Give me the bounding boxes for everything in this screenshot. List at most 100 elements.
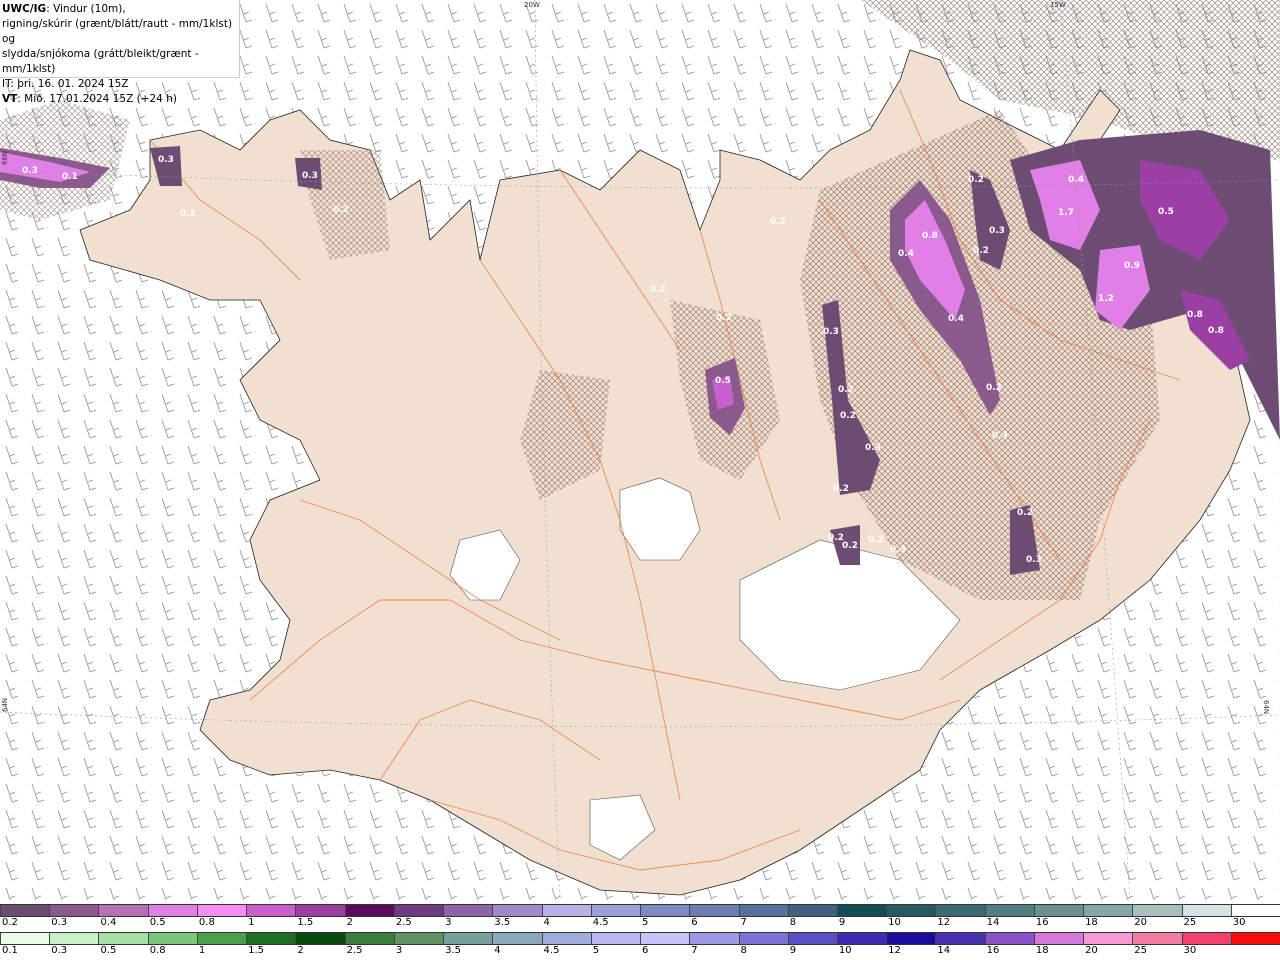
scale-label: 3 <box>395 945 403 956</box>
map-label: 0.1 <box>62 172 78 182</box>
map-label: 0.8 <box>922 231 938 241</box>
scale-swatch <box>689 933 739 944</box>
scale-label: 0.2 <box>2 917 18 928</box>
lon-label-20w: 20W <box>524 1 540 9</box>
scale-swatch <box>196 933 247 944</box>
scale-swatch <box>295 933 345 944</box>
map-label: 0.3 <box>22 166 38 176</box>
scale-swatch <box>787 933 837 944</box>
map-label: 0.3 <box>302 171 318 181</box>
scale-swatch <box>689 905 739 916</box>
scale-label: 3.5 <box>445 945 461 956</box>
map-label: 0.4 <box>1068 175 1084 185</box>
scale-label: 20 <box>1085 945 1098 956</box>
scale-label: 3 <box>445 917 452 928</box>
map-label: 0.2 <box>973 246 989 256</box>
scale-label: 25 <box>1183 917 1197 928</box>
scale-swatch <box>492 905 542 916</box>
scale-swatch <box>0 933 50 944</box>
scale-swatch <box>147 905 197 916</box>
scale-label: 7 <box>740 917 747 928</box>
init-time: IT: þri. 16. 01. 2024 15Z <box>2 78 129 90</box>
map-label: 0.3 <box>890 545 906 555</box>
scale-swatch <box>49 933 99 944</box>
lat-label-64n-right: 64N <box>1262 700 1270 715</box>
map-label: 0.2 <box>840 411 856 421</box>
scale-swatch <box>393 933 444 944</box>
scale-label: 18 <box>1035 945 1049 956</box>
scale-label: 2.5 <box>346 945 363 956</box>
map-label: 0.2 <box>842 541 858 551</box>
scale-label: 30 <box>1232 917 1246 928</box>
scale-label: 5 <box>592 945 600 956</box>
scale-label: 9 <box>838 917 846 928</box>
scale-label: 12 <box>888 945 901 956</box>
scale-swatch <box>295 905 345 916</box>
scale-swatch <box>886 933 936 944</box>
scale-swatch <box>1083 933 1133 944</box>
snow-color-scale: 0.2 0.3 0.4 0.5 0.8 1 1.5 2 2.5 3 3.5 4 4.5 5 6 7 8 9 10 12… <box>0 904 1280 931</box>
map-label: 0.3 <box>823 327 839 337</box>
scale-label: 0.1 <box>2 945 18 956</box>
map-label: 0.3 <box>1026 555 1042 565</box>
map-label: 1.7 <box>1058 208 1074 218</box>
scale-label: 14 <box>986 917 1000 928</box>
scale-swatch <box>492 933 542 944</box>
scale-label: 4 <box>543 917 550 928</box>
scale-label: 1.5 <box>297 917 314 928</box>
scale-label: 8 <box>740 945 747 956</box>
scale-swatch <box>984 905 1034 916</box>
scale-swatch <box>541 933 591 944</box>
scale-label: 2 <box>346 917 353 928</box>
scale-swatch <box>541 905 591 916</box>
scale-swatch <box>836 905 887 916</box>
iceland-precipitation-map: 0.3 0.1 0.3 0.2 0.3 0.2 0.2 0.3 0.3 0.5 … <box>0 0 1280 900</box>
scale-swatch <box>935 905 985 916</box>
map-label: 0.4 <box>898 249 914 259</box>
scale-label: 0.5 <box>149 917 166 928</box>
map-label: 0.2 <box>650 285 666 295</box>
map-label: 0.2 <box>833 484 849 494</box>
scale-label: 16 <box>986 945 1000 956</box>
scale-swatch <box>147 933 197 944</box>
scale-label: 14 <box>937 945 951 956</box>
scale-swatch <box>98 905 148 916</box>
map-label: 0.2 <box>838 385 854 395</box>
product-code: UWC/IG <box>2 3 47 15</box>
map-label: 0.2 <box>333 205 349 215</box>
scale-label: 25 <box>1134 945 1148 956</box>
scale-label: 0.8 <box>149 945 166 956</box>
scale-swatch <box>640 905 690 916</box>
scale-swatch <box>1132 933 1182 944</box>
scale-label: 9 <box>789 945 797 956</box>
scale-label: 2 <box>297 945 304 956</box>
scale-swatch <box>1083 905 1133 916</box>
rain-color-scale: 0.1 0.3 0.5 0.8 1 1.5 2 2.5 3 3.5 4 4.5 5 6 7 8 9 10 12 14 1… <box>0 932 1280 959</box>
map-label: 0.2 <box>868 535 884 545</box>
map-label: 0.5 <box>715 376 731 386</box>
scale-swatch <box>98 933 148 944</box>
lon-label-15w: 15W <box>1050 1 1066 9</box>
scale-label: 0.5 <box>100 945 117 956</box>
scale-swatch <box>787 905 837 916</box>
map-label: 0.9 <box>1124 261 1140 271</box>
scale-swatch <box>886 905 936 916</box>
scale-label: 30 <box>1183 945 1197 956</box>
scale-swatch <box>49 905 99 916</box>
scale-label: 6 <box>691 917 698 928</box>
map-label: 0.2 <box>1017 508 1033 518</box>
lat-label-64n-left: 64N <box>1 697 9 712</box>
map-info-box: UWC/IG: Vindur (10m), rigning/skúrir (gr… <box>0 0 240 105</box>
rain-desc: rigning/skúrir (grænt/blátt/rautt - mm/1… <box>2 18 233 45</box>
scale-label: 12 <box>937 917 951 928</box>
scale-label: 10 <box>888 917 901 928</box>
map-label: 0.5 <box>1158 207 1174 217</box>
product-desc: : Vindur (10m), <box>46 3 126 15</box>
scale-swatch <box>836 933 887 944</box>
map-label: 0.3 <box>992 431 1008 441</box>
scale-label: 18 <box>1085 917 1098 928</box>
scale-label: 4.5 <box>592 917 609 928</box>
scale-swatch <box>1033 905 1084 916</box>
scale-label: 10 <box>838 945 852 956</box>
scale-swatch <box>246 933 296 944</box>
